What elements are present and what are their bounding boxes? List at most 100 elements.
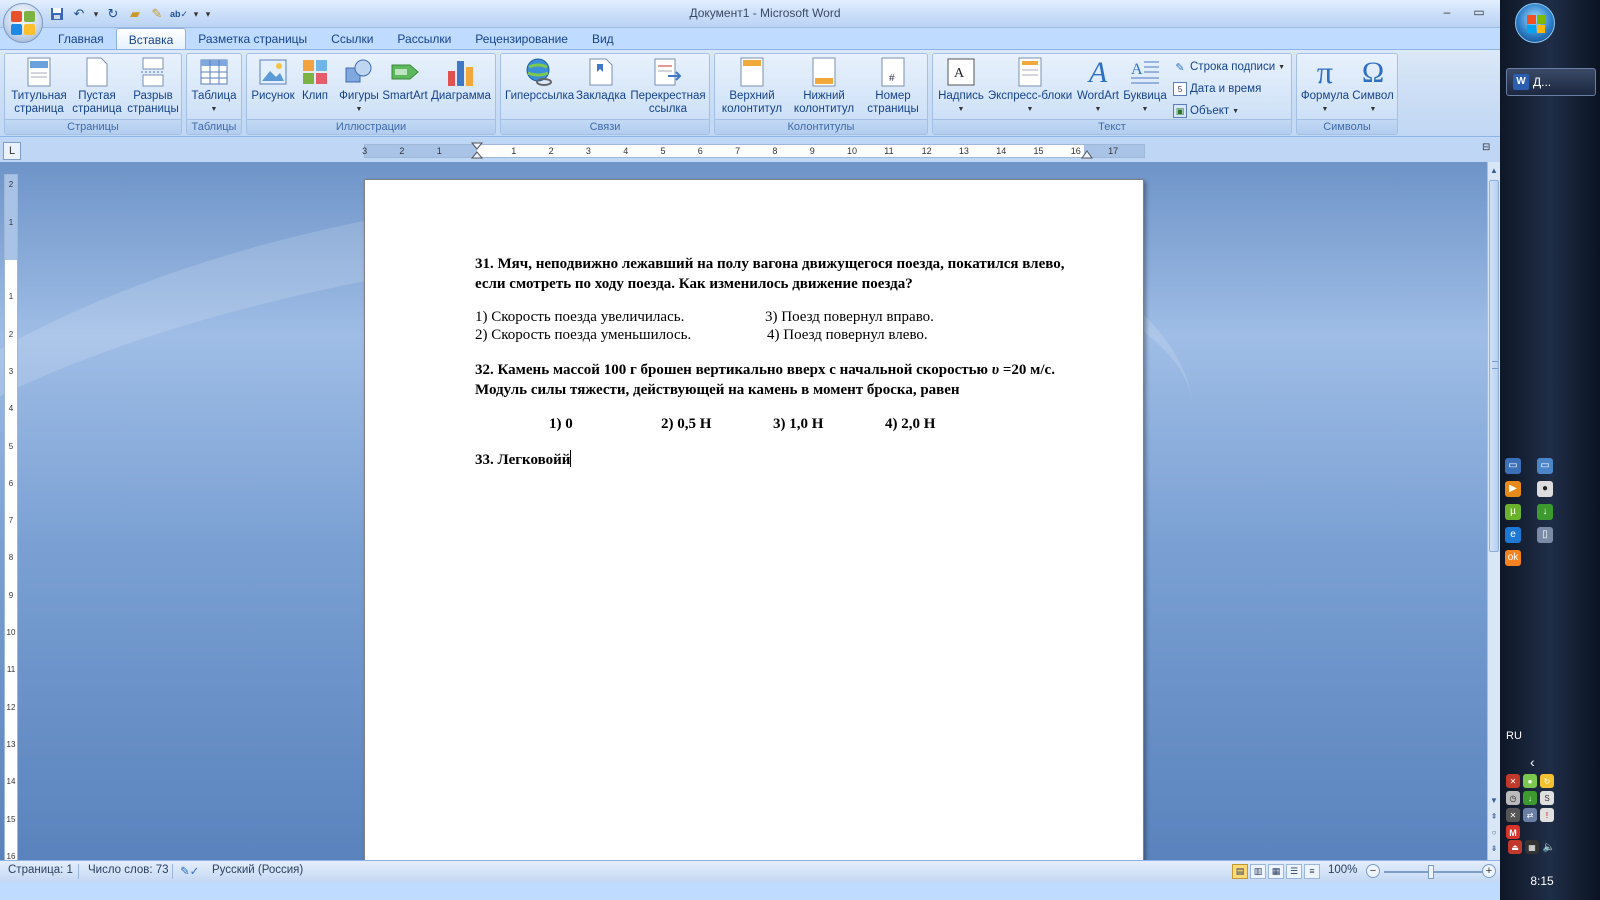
ruler-number: 15 [1033, 146, 1044, 156]
previous-page-icon[interactable]: ⇞ [1488, 810, 1500, 824]
blank-page-button[interactable]: Пустая страница [69, 56, 125, 116]
scroll-down-icon[interactable]: ▼ [1488, 794, 1500, 808]
tab-view[interactable]: Вид [580, 28, 626, 50]
tab-home[interactable]: Главная [46, 28, 116, 50]
scroll-up-icon[interactable]: ▲ [1488, 164, 1500, 178]
wordart-button[interactable]: A WordArt ▼ [1073, 56, 1123, 116]
page-number-label: Номер страницы [867, 90, 919, 115]
phone-icon[interactable]: ▯ [1537, 527, 1553, 543]
symbol-button[interactable]: Ω Символ ▼ [1349, 56, 1397, 116]
proofing-icon[interactable]: ✎✓ [180, 864, 199, 878]
text-box-label: Надпись [938, 90, 984, 102]
media-player-icon[interactable]: ▶ [1505, 481, 1521, 497]
network-icon[interactable]: ▦ [1525, 840, 1539, 854]
shapes-button[interactable]: Фигуры ▼ [335, 56, 383, 116]
option-text: 3) Поезд повернул вправо. [765, 309, 934, 325]
text-box-button[interactable]: A Надпись ▼ [935, 56, 987, 116]
soccer-ball-icon[interactable]: ● [1537, 481, 1553, 497]
odnoklassniki-icon[interactable]: ok [1505, 550, 1521, 566]
zoom-slider-thumb[interactable] [1428, 865, 1434, 879]
full-screen-reading-view-icon[interactable]: ▥ [1250, 864, 1266, 879]
smartart-label: SmartArt [382, 90, 428, 102]
tab-page-layout[interactable]: Разметка страницы [186, 28, 319, 50]
quick-parts-button[interactable]: Экспресс-блоки ▼ [987, 56, 1073, 116]
zoom-level[interactable]: 100% [1328, 864, 1357, 876]
taskbar-word-button[interactable]: W Д... [1506, 68, 1596, 96]
internet-explorer-icon[interactable]: e [1505, 527, 1521, 543]
select-browse-object-icon[interactable]: ○ [1488, 826, 1500, 840]
zoom-out-button[interactable]: − [1366, 864, 1380, 878]
system-clock[interactable]: 8:15 [1512, 874, 1572, 888]
language-status[interactable]: Русский (Россия) [212, 864, 303, 876]
document-body[interactable]: 31. Мяч, неподвижно лежавший на полу ваг… [475, 254, 1095, 470]
clock-tray-icon[interactable]: ◷ [1506, 791, 1520, 805]
tab-references[interactable]: Ссылки [319, 28, 385, 50]
office-button[interactable] [3, 3, 43, 43]
draft-view-icon[interactable]: ≡ [1304, 864, 1320, 879]
tab-mailings[interactable]: Рассылки [385, 28, 463, 50]
chart-button[interactable]: Диаграмма [429, 56, 493, 103]
utorrent-icon[interactable]: ↓ [1537, 504, 1553, 520]
print-layout-view-icon[interactable]: ▤ [1232, 864, 1248, 879]
signature-line-button[interactable]: ✎ Строка подписи ▼ [1173, 60, 1285, 74]
tab-selector-icon[interactable]: L [3, 142, 21, 160]
show-hidden-icons-icon[interactable]: ‹ [1530, 754, 1535, 770]
horizontal-ruler[interactable]: 3 2 1 1 2 3 4 5 6 7 8 9 10 11 12 13 14 15 16 17 [362, 142, 1145, 160]
object-button[interactable]: ▣ Объект ▼ [1173, 104, 1239, 118]
svg-text:A: A [1131, 61, 1143, 78]
language-indicator[interactable]: RU [1506, 730, 1522, 742]
word-count-status[interactable]: Число слов: 73 [88, 864, 169, 876]
vertical-ruler[interactable]: 2 1 1 2 3 4 5 6 7 8 9 10 11 12 13 14 15 16 [4, 174, 18, 860]
monitor-icon[interactable]: ▭ [1537, 458, 1553, 474]
picture-button[interactable]: Рисунок [249, 56, 297, 103]
zoom-in-button[interactable]: + [1482, 864, 1496, 878]
safe-remove-icon[interactable]: ⏏ [1508, 840, 1522, 854]
torrent-icon[interactable]: µ [1505, 504, 1521, 520]
download-tray-icon[interactable]: ↓ [1523, 791, 1537, 805]
minimize-button[interactable]: – [1432, 2, 1462, 22]
warning-icon[interactable]: ! [1540, 808, 1554, 822]
document-page[interactable]: 31. Мяч, неподвижно лежавший на полу ваг… [364, 179, 1144, 860]
web-layout-view-icon[interactable]: ▦ [1268, 864, 1284, 879]
bookmark-button[interactable]: Закладка [575, 56, 627, 103]
drop-cap-button[interactable]: A Буквица ▼ [1121, 56, 1169, 116]
security-icon[interactable]: ✕ [1506, 808, 1520, 822]
update-icon[interactable]: ↻ [1540, 774, 1554, 788]
tab-review[interactable]: Рецензирование [463, 28, 580, 50]
first-line-indent-icon[interactable] [471, 142, 483, 160]
windows-taskbar [1500, 0, 1600, 900]
page-number-button[interactable]: # Номер страницы [861, 56, 925, 116]
start-button[interactable] [1515, 3, 1555, 43]
bookmark-icon [585, 56, 617, 88]
vertical-scrollbar[interactable]: ▲ ▼ ⇞ ○ ⇟ [1487, 162, 1500, 860]
transfer-icon[interactable]: ⇄ [1523, 808, 1537, 822]
right-indent-icon[interactable] [1081, 149, 1093, 159]
footer-button[interactable]: Нижний колонтитул [789, 56, 859, 116]
table-icon [198, 56, 230, 88]
vertical-ruler-number: 5 [8, 441, 14, 451]
page-break-button[interactable]: Разрыв страницы [125, 56, 181, 116]
smartart-button[interactable]: SmartArt [381, 56, 429, 103]
next-page-icon[interactable]: ⇟ [1488, 842, 1500, 856]
cross-reference-button[interactable]: Перекрестная ссылка [629, 56, 707, 116]
table-button[interactable]: Таблица ▼ [187, 56, 241, 116]
ruler-number: 5 [660, 146, 666, 156]
tab-insert[interactable]: Вставка [115, 28, 187, 50]
view-ruler-icon[interactable]: ⊟ [1482, 142, 1496, 158]
hyperlink-button[interactable]: Гиперссылка [505, 56, 574, 103]
equation-button[interactable]: π Формула ▼ [1299, 56, 1351, 116]
skype-icon[interactable]: S [1540, 791, 1554, 805]
outline-view-icon[interactable]: ☰ [1286, 864, 1302, 879]
page-count-status[interactable]: Страница: 1 [8, 864, 73, 876]
clip-art-button[interactable]: Клип [297, 56, 333, 103]
date-time-button[interactable]: 5 Дата и время [1173, 82, 1261, 96]
header-button[interactable]: Верхний колонтитул [717, 56, 787, 116]
show-desktop-icon[interactable]: ▭ [1505, 458, 1521, 474]
scrollbar-thumb[interactable] [1489, 180, 1499, 552]
zoom-slider[interactable] [1384, 871, 1484, 873]
volume-icon[interactable]: 🔈 [1542, 840, 1556, 854]
antivirus-icon[interactable]: ✕ [1506, 774, 1520, 788]
maximize-button[interactable]: ▭ [1464, 2, 1494, 22]
chat-icon[interactable]: ● [1523, 774, 1537, 788]
mail-ru-icon[interactable]: M [1506, 825, 1520, 839]
